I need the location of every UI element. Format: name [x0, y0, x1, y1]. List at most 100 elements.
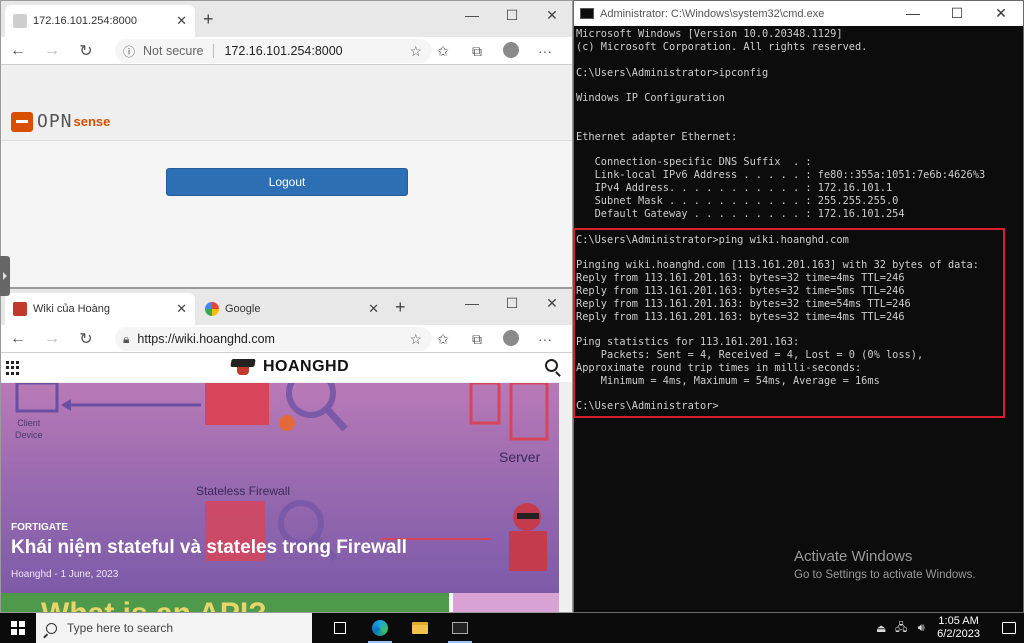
address-bar[interactable]: ⓘ Not secure 172.16.101.254:8000 ☆ [115, 39, 432, 63]
opnsense-page: OPN sense Logout [1, 65, 572, 287]
tab-google[interactable]: Google ✕ [197, 293, 387, 325]
profile-icon[interactable] [494, 41, 528, 61]
featured-post[interactable]: Client Device Server Stateless Firewall … [1, 383, 561, 593]
address-bar[interactable]: 🔒︎ https://wiki.hoanghd.com ☆ [115, 327, 432, 351]
favorite-star-icon[interactable]: ☆ [409, 331, 422, 348]
google-icon [205, 302, 219, 316]
cmd-taskbar-button[interactable] [440, 613, 480, 643]
divider [213, 44, 215, 58]
maximize-icon[interactable]: ☐ [935, 1, 979, 26]
lock-icon[interactable]: 🔒︎ [123, 332, 129, 347]
console-line: Subnet Mask . . . . . . . . . . . : 255.… [576, 194, 899, 207]
scrollbar[interactable] [559, 383, 572, 612]
window-controls: — ☐ ✕ [452, 293, 572, 313]
refresh-icon[interactable]: ↻ [69, 41, 103, 61]
refresh-icon[interactable]: ↻ [69, 329, 103, 349]
close-window-icon[interactable]: ✕ [532, 293, 572, 313]
window-controls: — ☐ ✕ [452, 5, 572, 25]
close-window-icon[interactable]: ✕ [979, 1, 1023, 26]
favorites-icon[interactable]: ✩ [426, 331, 460, 348]
laptop-icon [15, 383, 59, 413]
close-tab-icon[interactable]: ✕ [368, 301, 379, 317]
forward-icon[interactable]: → [35, 42, 69, 60]
cmd-icon [580, 8, 594, 19]
new-tab-icon[interactable]: + [203, 9, 214, 30]
browser-window-wiki: Wiki của Hoàng ✕ Google ✕ + — ☐ ✕ ← → ↻ … [0, 288, 573, 613]
maximize-icon[interactable]: ☐ [492, 5, 532, 25]
browser-toolbar: ← → ↻ ⓘ Not secure 172.16.101.254:8000 ☆… [1, 37, 572, 65]
watermark-title: Activate Windows [794, 548, 913, 565]
minimize-icon[interactable]: — [891, 1, 935, 26]
next-post-banner[interactable]: What is an API? [1, 593, 449, 612]
arrow-head [61, 399, 71, 411]
tab-wiki[interactable]: Wiki của Hoàng ✕ [5, 293, 195, 325]
file-explorer-button[interactable] [400, 613, 440, 643]
volume-icon[interactable]: 🔊︎ [911, 622, 931, 635]
collections-icon[interactable]: ⧉ [460, 43, 494, 60]
forward-icon[interactable]: → [35, 330, 69, 348]
wiki-favicon-icon [13, 302, 27, 316]
folder-icon [412, 622, 428, 634]
url-text: 172.16.101.254:8000 [224, 44, 343, 58]
logo-text-opn: OPN [37, 111, 73, 132]
network-icon[interactable]: 🖧︎ [891, 619, 911, 638]
side-panel-handle[interactable] [0, 256, 10, 296]
more-menu-icon[interactable]: ··· [528, 331, 562, 347]
post-category[interactable]: FORTIGATE [11, 522, 68, 533]
profile-icon[interactable] [494, 329, 528, 349]
taskbar: Type here to search ⏏ 🖧︎ 🔊︎ 1:05 AM 6/2/… [0, 613, 1024, 643]
client-device-label: Client Device [15, 418, 43, 440]
cmd-title-bar[interactable]: Administrator: C:\Windows\system32\cmd.e… [574, 1, 1023, 26]
favorite-star-icon[interactable]: ☆ [409, 43, 422, 60]
cmd-icon [452, 622, 468, 634]
new-tab-icon[interactable]: + [395, 297, 406, 318]
security-label: Not secure [143, 44, 204, 58]
console-line: Link-local IPv6 Address . . . . . : fe80… [576, 169, 986, 182]
taskbar-search[interactable]: Type here to search [36, 613, 312, 643]
search-icon[interactable] [545, 359, 558, 372]
info-icon[interactable]: ⓘ [123, 43, 135, 60]
start-button[interactable] [0, 613, 36, 643]
close-window-icon[interactable]: ✕ [532, 5, 572, 25]
close-tab-icon[interactable]: ✕ [176, 301, 187, 317]
close-tab-icon[interactable]: ✕ [176, 13, 187, 29]
clock-time: 1:05 AM [938, 615, 979, 627]
toolbar-actions: ✩ ⧉ ··· [426, 325, 562, 353]
side-post-thumbnail[interactable] [453, 593, 561, 612]
favorites-icon[interactable]: ✩ [426, 43, 460, 60]
site-logo[interactable]: HOANGHD [229, 357, 349, 377]
maximize-icon[interactable]: ☐ [492, 293, 532, 313]
browser-window-opnsense: 172.16.101.254:8000 ✕ + — ☐ ✕ ← → ↻ ⓘ No… [0, 0, 573, 288]
collections-icon[interactable]: ⧉ [460, 331, 494, 348]
tab-opnsense[interactable]: 172.16.101.254:8000 ✕ [5, 5, 195, 37]
wiki-page: HOANGHD Client Device Server Stateless F… [1, 353, 572, 612]
notification-button[interactable] [994, 613, 1024, 643]
clock[interactable]: 1:05 AM 6/2/2023 [937, 615, 980, 641]
logout-button[interactable]: Logout [166, 168, 408, 196]
minimize-icon[interactable]: — [452, 5, 492, 25]
back-icon[interactable]: ← [1, 330, 35, 348]
opnsense-logo: OPN sense [11, 111, 110, 132]
edge-button[interactable] [360, 613, 400, 643]
back-icon[interactable]: ← [1, 42, 35, 60]
notification-icon [1002, 622, 1016, 634]
console-line: Ethernet adapter Ethernet: [576, 130, 738, 143]
server-icon [469, 383, 501, 425]
activate-windows-watermark: Activate Windows Go to Settings to activ… [794, 548, 976, 581]
more-menu-icon[interactable]: ··· [528, 43, 562, 59]
graduation-cap-icon [229, 357, 257, 377]
task-view-button[interactable] [320, 613, 360, 643]
flame-icon [279, 415, 295, 431]
post-title[interactable]: Khái niệm stateful và stateles trong Fir… [11, 537, 407, 559]
usb-icon[interactable]: ⏏ [871, 622, 891, 635]
url-text: https://wiki.hoanghd.com [137, 332, 275, 346]
apps-grid-icon[interactable] [6, 361, 20, 375]
tab-strip: 172.16.101.254:8000 ✕ + — ☐ ✕ [1, 1, 572, 37]
next-post-strip[interactable]: What is an API? [1, 593, 561, 612]
minimize-icon[interactable]: — [452, 293, 492, 313]
console-line: Windows IP Configuration [576, 92, 725, 105]
